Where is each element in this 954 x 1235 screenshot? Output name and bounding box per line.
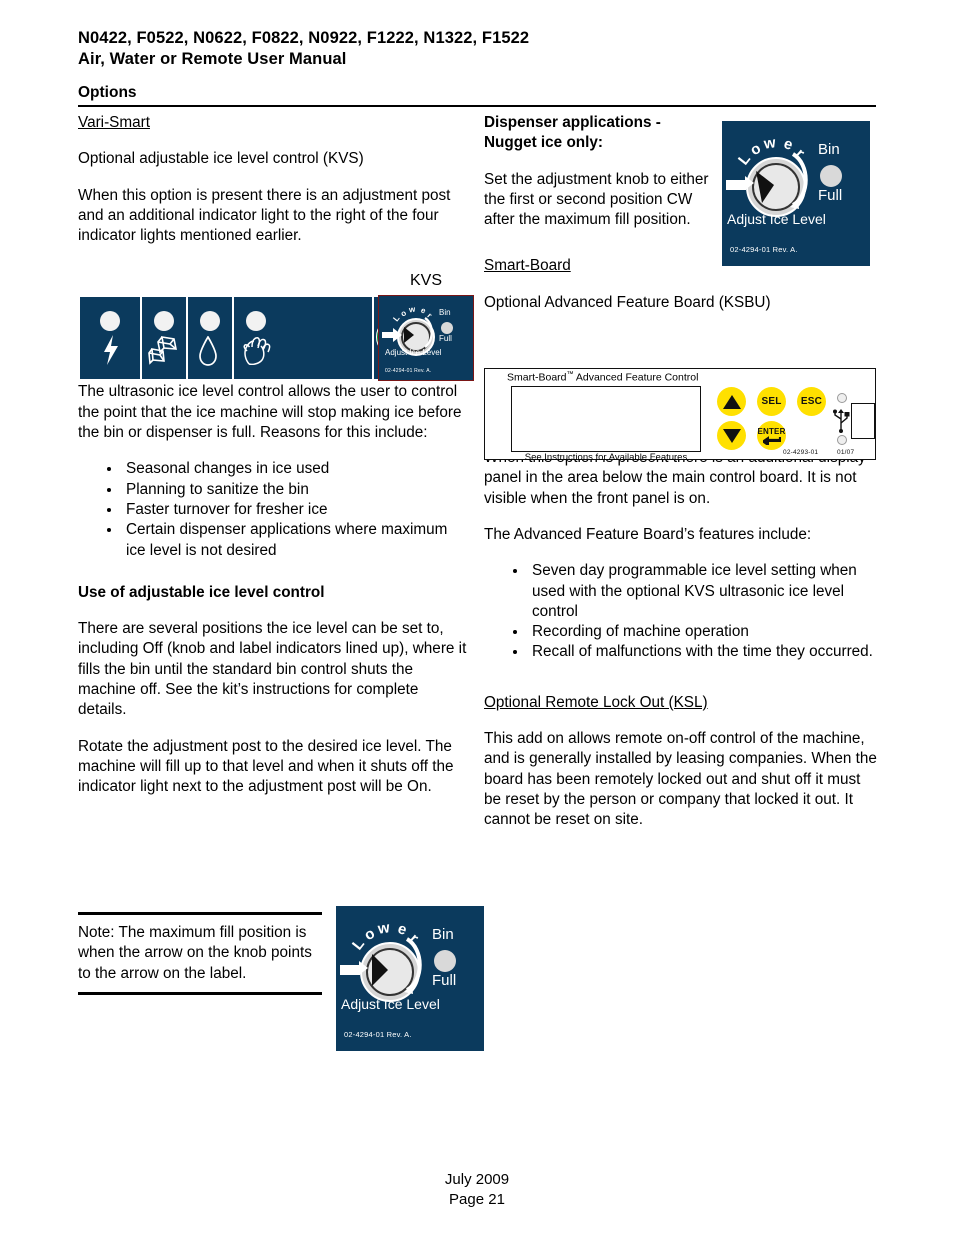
kvs-mini-label-panel: L o w e r Bin Full Adjust Ice Level 02-4…	[378, 295, 474, 381]
part-number: 02-4294-01 Rev. A.	[730, 245, 798, 254]
lightning-bolt-icon	[102, 335, 136, 365]
smart-board-date-code: 01/07	[837, 449, 855, 456]
smart-board-title-brand: Smart-Board	[507, 371, 567, 384]
adjust-ice-level-label-bottom: Adjust Ice Level	[341, 996, 440, 1012]
note-block: Note: The maximum fill position is when …	[78, 912, 322, 995]
smart-board-title: Smart-Board™ Advanced Feature Control	[507, 371, 698, 384]
bin-full-lamp-bottom	[434, 950, 456, 972]
bin-label: Bin	[818, 141, 840, 158]
model-numbers: N0422, F0522, N0622, F0822, N0922, F1222…	[78, 29, 530, 47]
footer-date: July 2009	[444, 1171, 510, 1188]
section-heading-wrap: Options	[78, 84, 876, 102]
sel-button[interactable]: SEL	[757, 387, 786, 416]
indicator-lamp	[246, 311, 266, 331]
rotation-arc-bottom	[404, 937, 422, 994]
knob-pointer-arrow	[726, 176, 754, 190]
rotation-arc	[790, 152, 808, 209]
page-header: N0422, F0522, N0622, F0822, N0922, F1222…	[78, 28, 878, 70]
indicator-cell-power	[80, 297, 142, 379]
right-bullet-list: Seven day programmable ice level setting…	[484, 561, 878, 662]
smart-board-part-number: 02-4293-01	[783, 449, 819, 456]
status-led-top	[837, 393, 847, 403]
list-item: Planning to sanitize the bin	[122, 480, 470, 500]
smart-board-display	[511, 386, 701, 452]
left-bullet-list: Seasonal changes in ice used Planning to…	[78, 459, 470, 560]
list-item: Recording of machine operation	[528, 622, 878, 642]
enter-button-label: ENTER	[757, 426, 786, 436]
knob-pointer-arrow-bottom	[340, 961, 368, 975]
bin-full-lamp-mini	[441, 322, 453, 334]
usb-port-box[interactable]	[851, 403, 875, 439]
footer-page-number: Page 21	[449, 1191, 505, 1208]
left-column: Vari-Smart Optional adjustable ice level…	[78, 113, 470, 814]
section-title: Options	[78, 84, 137, 101]
heading-dispenser-applications: Dispenser applications - Nugget ice only…	[484, 114, 661, 152]
document-page: N0422, F0522, N0622, F0822, N0922, F1222…	[0, 0, 954, 1235]
usb-icon	[833, 409, 850, 433]
header-divider	[78, 105, 876, 107]
cleaning-hand-icon	[240, 335, 274, 365]
left-paragraph-1: Optional adjustable ice level control (K…	[78, 150, 364, 168]
left-paragraph-5: Rotate the adjustment post to the desire…	[78, 737, 454, 796]
enter-return-arrow-icon	[762, 435, 781, 445]
heading-remote-lock-out: Optional Remote Lock Out (KSL)	[484, 693, 708, 711]
full-label-mini: Full	[439, 334, 452, 343]
bin-label-mini: Bin	[439, 308, 451, 317]
smart-board-panel: Smart-Board™ Advanced Feature Control Se…	[484, 368, 876, 463]
right-paragraph-2: Optional Advanced Feature Board (KSBU)	[484, 293, 771, 311]
note-rule-bottom	[78, 991, 322, 995]
esc-button-label: ESC	[800, 396, 823, 407]
list-item: Faster turnover for fresher ice	[122, 500, 470, 520]
heading-use-adjustable: Use of adjustable ice level control	[78, 583, 325, 601]
indicator-cell-bin-full	[142, 297, 188, 379]
water-drop-icon	[197, 336, 231, 366]
triangle-up-icon	[722, 394, 741, 409]
adjust-ice-level-label-panel: L o w e r Bin Full Adjust Ice Level 02-4…	[336, 906, 484, 1051]
indicator-cell-clean	[234, 297, 374, 379]
indicator-cell-water	[188, 297, 234, 379]
kvs-caption: KVS	[410, 272, 443, 289]
adjust-ice-level-label: Adjust Ice Level	[727, 211, 826, 227]
up-arrow-button[interactable]	[717, 387, 746, 416]
right-paragraph-5: This add on allows remote on-off control…	[484, 730, 877, 829]
ice-cubes-icon	[146, 335, 180, 365]
left-paragraph-4: There are several positions the ice leve…	[78, 620, 467, 719]
left-paragraph-2: When this option is present there is an …	[78, 186, 451, 245]
sel-button-label: SEL	[761, 396, 782, 407]
left-paragraph-3: The ultrasonic ice level control allows …	[78, 383, 462, 442]
indicator-lamp	[100, 311, 120, 331]
bin-full-lamp	[820, 165, 842, 187]
bin-label-bottom: Bin	[432, 926, 454, 943]
esc-button[interactable]: ESC	[797, 387, 826, 416]
trademark-icon: ™	[566, 371, 574, 378]
full-label-bottom: Full	[432, 972, 457, 989]
list-item: Seven day programmable ice level setting…	[528, 561, 878, 622]
full-label: Full	[818, 187, 843, 204]
list-item: Recall of malfunctions with the time the…	[528, 642, 878, 662]
page-footer: July 2009 Page 21	[0, 1170, 954, 1210]
smart-board-title-rest: Advanced Feature Control	[573, 371, 699, 384]
note-text: Note: The maximum fill position is when …	[78, 924, 312, 982]
triangle-down-icon	[722, 428, 741, 443]
part-number-mini: 02-4294-01 Rev. A.	[385, 368, 432, 374]
rotation-arc-mini	[424, 317, 433, 348]
manual-subtitle: Air, Water or Remote User Manual	[78, 50, 347, 68]
right-paragraph-1: Set the adjustment knob to either the fi…	[484, 170, 709, 229]
smart-board-footer-text: See Instructions for Available Features	[524, 452, 688, 463]
list-item: Seasonal changes in ice used	[122, 459, 470, 479]
list-item: Certain dispenser applications where max…	[122, 520, 470, 561]
right-paragraph-4: The Advanced Feature Board’s features in…	[484, 525, 812, 543]
dispenser-knob-label-panel: L o w e r Bin Full Adjust Ice Level 02-4…	[722, 121, 870, 266]
status-led-bottom	[837, 435, 847, 445]
knob-pointer-arrow-mini	[382, 328, 402, 342]
down-arrow-button[interactable]	[717, 421, 746, 450]
enter-button[interactable]: ENTER	[757, 421, 786, 450]
indicator-lamp	[154, 311, 174, 331]
adjust-ice-level-label-mini: Adjust Ice Level	[385, 348, 442, 357]
heading-vari-smart: Vari-Smart	[78, 114, 150, 131]
indicator-lamp	[200, 311, 220, 331]
part-number-bottom: 02-4294-01 Rev. A.	[344, 1030, 412, 1039]
